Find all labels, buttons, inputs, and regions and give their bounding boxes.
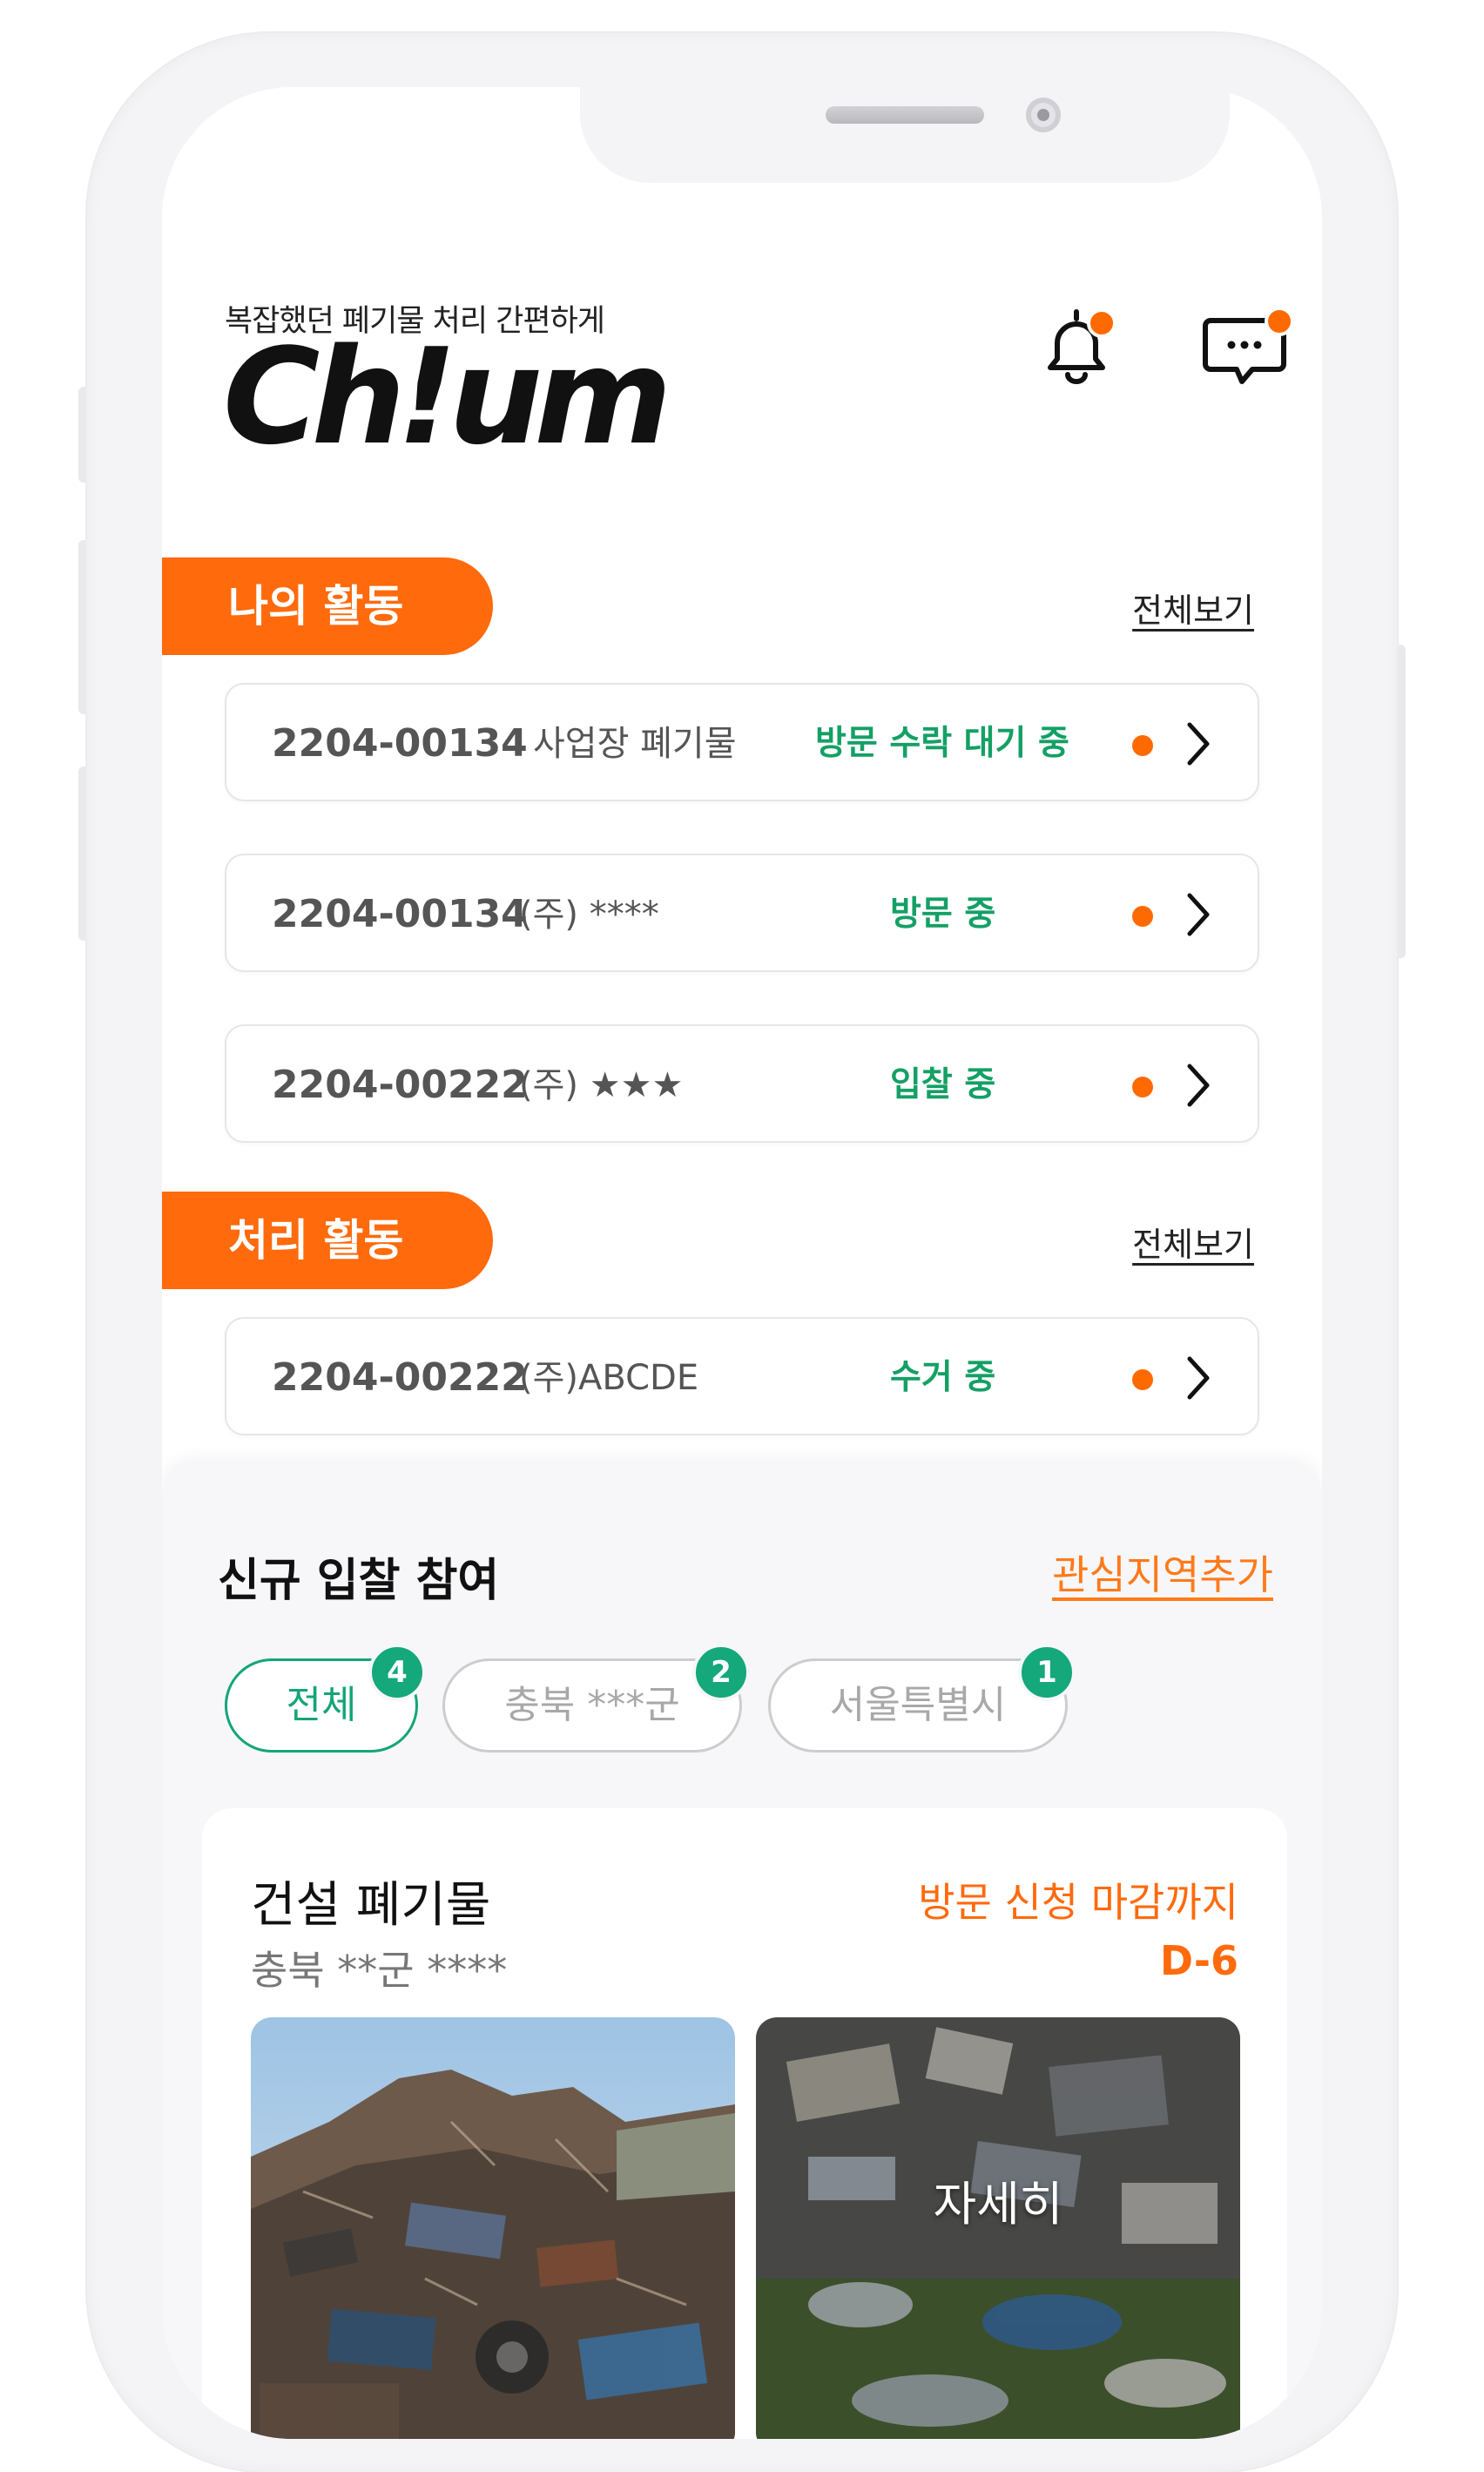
scrap-pile-image <box>251 2017 735 2439</box>
activity-status: 입찰 중 <box>890 1065 996 1104</box>
app-logo: Ch!um <box>223 320 672 474</box>
filter-count-badge: 1 <box>1018 1644 1076 1701</box>
add-region-link[interactable]: 관심지역추가 <box>1052 1543 1273 1601</box>
activity-name: (주)ABCDE <box>519 1358 699 1398</box>
activity-card[interactable]: 2204-00222 (주)ABCDE 수거 중 <box>225 1317 1259 1435</box>
waste-photo-trash[interactable]: 자세히 <box>756 2017 1240 2439</box>
speaker-grille <box>826 106 984 124</box>
bid-deadline-label: 방문 신청 마감까지 <box>918 1879 1238 1926</box>
processing-activity-view-all-link[interactable]: 전체보기 <box>1132 1218 1254 1266</box>
chevron-right-icon <box>1187 722 1210 766</box>
activity-card[interactable]: 2204-00222 (주) ★★★ 입찰 중 <box>225 1024 1259 1143</box>
activity-card[interactable]: 2204-00134 사업장 폐기물 방문 수락 대기 중 <box>225 683 1259 801</box>
chat-badge <box>1265 307 1294 336</box>
status-dot <box>1132 906 1153 927</box>
filter-chip-label: 충북 ***군 <box>504 1683 680 1727</box>
section-processing-activity: 처리 활동 <box>162 1192 493 1289</box>
activity-name: (주) ★★★ <box>519 1065 684 1105</box>
phone-screen: 복잡했던 폐기물 처리 간편하게 Ch!um 나의 활동 전체보기 2204-0… <box>162 87 1322 2439</box>
section-my-activity: 나의 활동 <box>162 557 493 655</box>
bid-title: 건설 폐기물 <box>251 1877 491 1934</box>
filter-chip-region[interactable]: 서울특별시 1 <box>768 1644 1076 1753</box>
detail-button[interactable]: 자세히 <box>756 2165 1240 2234</box>
activity-number: 2204-00134 <box>272 721 528 766</box>
notification-button[interactable] <box>1033 303 1120 390</box>
waste-photo-scrap[interactable] <box>251 2017 735 2439</box>
filter-count-badge: 2 <box>692 1644 750 1701</box>
chat-button[interactable] <box>1198 303 1294 390</box>
activity-number: 2204-00222 <box>272 1063 528 1107</box>
activity-name: 사업장 폐기물 <box>533 724 737 764</box>
activity-status: 방문 중 <box>890 895 996 934</box>
filter-chip-label: 전체 <box>286 1683 357 1727</box>
activity-number: 2204-00134 <box>272 892 528 936</box>
activity-card[interactable]: 2204-00134 (주) **** 방문 중 <box>225 854 1259 972</box>
activity-status: 수거 중 <box>890 1358 996 1397</box>
activity-number: 2204-00222 <box>272 1355 528 1400</box>
activity-status: 방문 수락 대기 중 <box>815 724 1069 763</box>
status-dot <box>1132 1077 1153 1098</box>
bid-d-day: D-6 <box>1159 1937 1238 1984</box>
status-dot <box>1132 1369 1153 1390</box>
bid-location: 충북 **군 **** <box>251 1947 508 1994</box>
filter-chip-region[interactable]: 충북 ***군 2 <box>442 1644 750 1753</box>
chevron-right-icon <box>1187 893 1210 936</box>
filter-count-badge: 4 <box>368 1644 426 1701</box>
notch <box>580 87 1230 183</box>
my-activity-view-all-link[interactable]: 전체보기 <box>1132 584 1254 632</box>
notification-badge <box>1087 308 1116 338</box>
front-camera <box>1026 98 1061 132</box>
filter-chip-label: 서울특별시 <box>829 1683 1007 1727</box>
new-bids-sheet: 신규 입찰 참여 관심지역추가 전체 4 충북 ***군 2 서울특별시 1 건… <box>162 1463 1322 2439</box>
activity-name: (주) **** <box>519 895 659 935</box>
chevron-right-icon <box>1187 1064 1210 1107</box>
status-dot <box>1132 735 1153 756</box>
filter-chip-all[interactable]: 전체 4 <box>225 1644 426 1753</box>
chevron-right-icon <box>1187 1356 1210 1400</box>
bid-card[interactable]: 건설 폐기물 충북 **군 **** 방문 신청 마감까지 D-6 자세히 <box>202 1808 1287 2439</box>
new-bids-title: 신규 입찰 참여 <box>218 1555 500 1607</box>
